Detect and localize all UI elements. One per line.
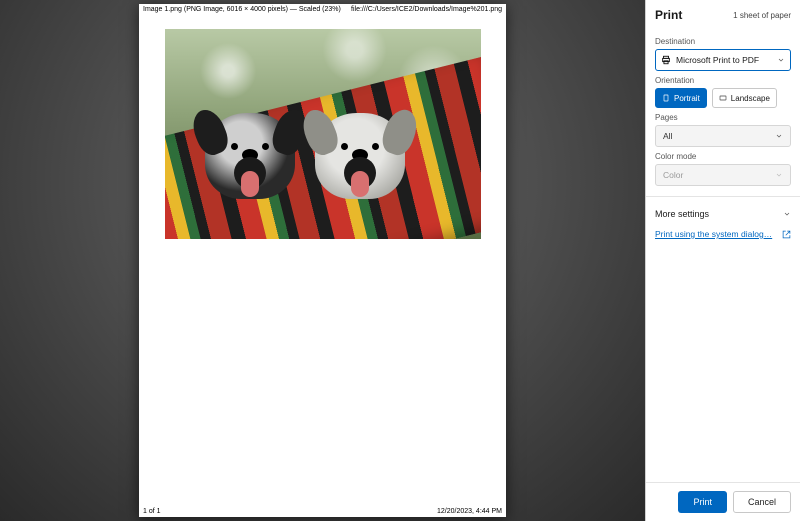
orientation-label: Orientation <box>655 76 791 85</box>
preview-page-header: Image 1.png (PNG Image, 6016 × 4000 pixe… <box>139 4 506 15</box>
cancel-button[interactable]: Cancel <box>733 491 791 513</box>
preview-footer-left: 1 of 1 <box>143 508 161 515</box>
external-link-icon <box>782 230 791 239</box>
color-mode-value: Color <box>663 170 683 180</box>
pages-select[interactable]: All <box>655 125 791 147</box>
more-settings-toggle[interactable]: More settings <box>655 207 791 221</box>
portrait-icon <box>662 93 670 103</box>
preview-photo <box>165 29 481 239</box>
preview-header-right: file:///C:/Users/ICE2/Downloads/Image%20… <box>351 6 502 14</box>
preview-page: Image 1.png (PNG Image, 6016 × 4000 pixe… <box>139 4 506 517</box>
orientation-portrait-label: Portrait <box>674 94 700 103</box>
destination-label: Destination <box>655 37 791 46</box>
chevron-down-icon <box>777 56 785 64</box>
destination-value: Microsoft Print to PDF <box>676 55 772 65</box>
orientation-portrait-button[interactable]: Portrait <box>655 88 707 108</box>
panel-footer: Print Cancel <box>646 482 800 513</box>
preview-page-body <box>139 15 506 507</box>
system-dialog-row: Print using the system dialog… <box>655 229 791 239</box>
color-mode-select[interactable]: Color <box>655 164 791 186</box>
panel-header: Print 1 sheet of paper <box>655 8 791 22</box>
color-mode-label: Color mode <box>655 152 791 161</box>
preview-page-footer: 1 of 1 12/20/2023, 4:44 PM <box>139 507 506 517</box>
more-settings-label: More settings <box>655 209 709 219</box>
sheet-count-label: 1 sheet of paper <box>733 11 791 20</box>
panel-title: Print <box>655 8 682 22</box>
printer-icon <box>661 55 671 65</box>
chevron-down-icon <box>783 210 791 218</box>
divider <box>646 196 800 197</box>
orientation-landscape-button[interactable]: Landscape <box>712 88 777 108</box>
preview-footer-right: 12/20/2023, 4:44 PM <box>437 508 502 515</box>
print-preview-region: Image 1.png (PNG Image, 6016 × 4000 pixe… <box>0 0 645 521</box>
chevron-down-icon <box>775 171 783 179</box>
system-dialog-link[interactable]: Print using the system dialog… <box>655 229 772 239</box>
chevron-down-icon <box>775 132 783 140</box>
pages-label: Pages <box>655 113 791 122</box>
destination-select[interactable]: Microsoft Print to PDF <box>655 49 791 71</box>
preview-header-left: Image 1.png (PNG Image, 6016 × 4000 pixe… <box>143 6 341 14</box>
print-button[interactable]: Print <box>678 491 727 513</box>
print-settings-panel: Print 1 sheet of paper Destination Micro… <box>645 0 800 521</box>
landscape-icon <box>719 93 727 103</box>
orientation-landscape-label: Landscape <box>731 94 770 103</box>
orientation-group: Portrait Landscape <box>655 88 791 108</box>
pages-value: All <box>663 131 672 141</box>
